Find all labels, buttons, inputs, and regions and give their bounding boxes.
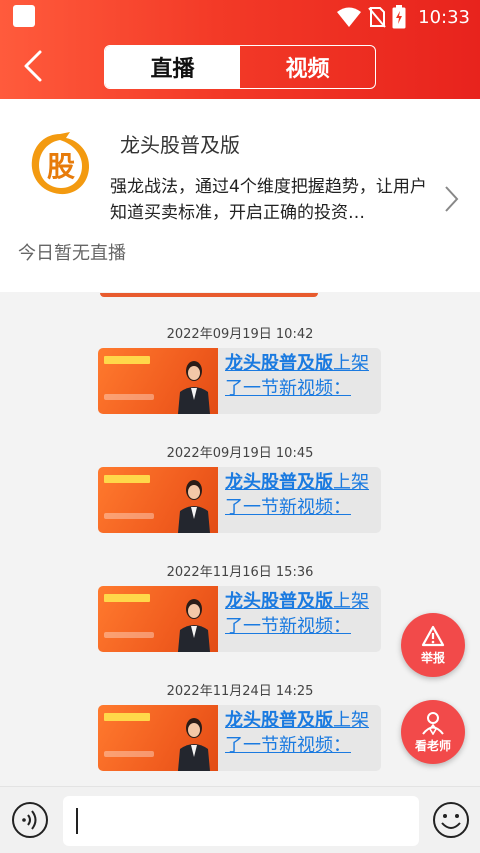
info-card[interactable]: 股 龙头股普及版 强龙战法，通过4个维度把握趋势，让用户知道买卖标准，开启正确的…: [0, 99, 480, 292]
video-thumbnail[interactable]: [98, 467, 218, 533]
channel-title: 龙头股普及版: [120, 133, 240, 157]
header: 10:33 直播 视频: [0, 0, 480, 99]
svg-text:股: 股: [47, 150, 75, 183]
video-message-text[interactable]: 龙头股普及版上架了一节新视频：: [218, 705, 381, 771]
voice-input-icon[interactable]: [11, 801, 49, 839]
status-icons: 10:33: [336, 4, 470, 30]
video-message-text[interactable]: 龙头股普及版上架了一节新视频：: [218, 467, 381, 533]
video-message-bubble[interactable]: 龙头股普及版上架了一节新视频：: [98, 348, 381, 414]
partial-message: [100, 293, 318, 297]
video-thumbnail[interactable]: [98, 348, 218, 414]
warning-icon: [421, 625, 445, 646]
video-message-text[interactable]: 龙头股普及版上架了一节新视频：: [218, 586, 381, 652]
presenter-image: [178, 718, 210, 771]
chevron-left-icon: [24, 50, 42, 82]
tab-live[interactable]: 直播: [105, 46, 240, 88]
presenter-image: [178, 599, 210, 652]
video-message-bubble[interactable]: 龙头股普及版上架了一节新视频：: [98, 586, 381, 652]
thumbnail-tag: [104, 713, 150, 721]
video-message-bubble[interactable]: 龙头股普及版上架了一节新视频：: [98, 705, 381, 771]
view-teacher-button[interactable]: 看老师: [401, 700, 465, 764]
thumbnail-tag: [104, 356, 150, 364]
text-cursor: [76, 808, 78, 834]
thumbnail-tag: [104, 594, 150, 602]
tab-switcher: 直播 视频: [104, 45, 376, 89]
video-thumbnail[interactable]: [98, 705, 218, 771]
channel-link[interactable]: 龙头股普及版: [225, 710, 333, 731]
logo: 股: [31, 132, 90, 195]
channel-link[interactable]: 龙头股普及版: [225, 353, 333, 374]
thumbnail-meta: [104, 513, 154, 519]
message-input[interactable]: [63, 796, 419, 846]
back-button[interactable]: [18, 48, 48, 84]
channel-description: 强龙战法，通过4个维度把握趋势，让用户知道买卖标准，开启正确的投资…: [110, 177, 427, 223]
video-thumbnail[interactable]: [98, 586, 218, 652]
video-message-text[interactable]: 龙头股普及版上架了一节新视频：: [218, 348, 381, 414]
video-message-bubble[interactable]: 龙头股普及版上架了一节新视频：: [98, 467, 381, 533]
timestamp: 2022年09月19日 10:45: [166, 446, 314, 461]
channel-link[interactable]: 龙头股普及版: [225, 472, 333, 493]
view-teacher-label: 看老师: [414, 738, 451, 753]
battery-charging-icon: [392, 5, 406, 29]
timestamp: 2022年11月16日 15:36: [166, 565, 314, 580]
report-button[interactable]: 举报: [401, 613, 465, 677]
thumbnail-meta: [104, 751, 154, 757]
thumbnail-meta: [104, 632, 154, 638]
timestamp: 2022年11月24日 14:25: [166, 684, 314, 699]
notification-icon: [13, 5, 35, 27]
presenter-image: [178, 480, 210, 533]
wifi-icon: [337, 7, 362, 27]
composer-bar: [0, 786, 480, 853]
thumbnail-meta: [104, 394, 154, 400]
report-label: 举报: [420, 650, 445, 665]
teacher-icon: [422, 711, 444, 735]
live-status: 今日暂无直播: [18, 243, 126, 264]
status-bar: 10:33: [0, 0, 480, 34]
chevron-right-icon[interactable]: [441, 184, 461, 214]
emoji-icon[interactable]: [432, 801, 470, 839]
no-sim-icon: [368, 7, 386, 28]
timestamp: 2022年09月19日 10:42: [166, 327, 314, 342]
thumbnail-tag: [104, 475, 150, 483]
channel-link[interactable]: 龙头股普及版: [225, 591, 333, 612]
presenter-image: [178, 361, 210, 414]
tab-video[interactable]: 视频: [240, 46, 375, 88]
status-time: 10:33: [418, 6, 470, 28]
